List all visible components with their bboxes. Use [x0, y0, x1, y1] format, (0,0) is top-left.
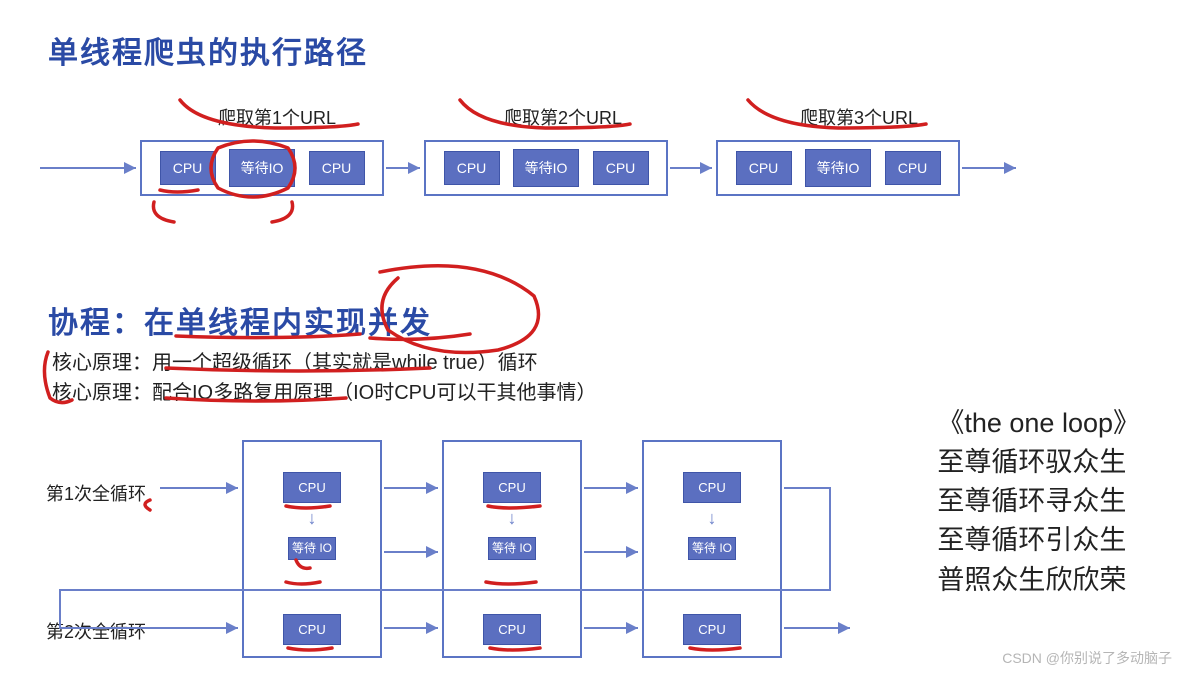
poem-line-3: 至尊循环寻众生 — [937, 482, 1140, 521]
poem-line-1: 《the one loop》 — [937, 404, 1140, 443]
arrow-line-top — [40, 166, 1020, 176]
watermark: CSDN @你别说了多动脑子 — [1002, 648, 1172, 668]
subtitle-1: 核心原理：用一个超级循环（其实就是while true）循环 — [52, 346, 538, 375]
url-label-3: 爬取第3个URL — [800, 104, 918, 130]
title-single-thread: 单线程爬虫的执行路径 — [48, 28, 368, 72]
poem-line-5: 普照众生欣欣荣 — [937, 561, 1140, 600]
poem-line-4: 至尊循环引众生 — [937, 521, 1140, 560]
title-coroutine: 协程：在单线程内实现并发 — [48, 298, 432, 342]
url-label-2: 爬取第2个URL — [504, 104, 622, 130]
subtitle-2: 核心原理：配合IO多路复用原理（IO时CPU可以干其他事情） — [52, 376, 596, 405]
poem-block: 《the one loop》 至尊循环驭众生 至尊循环寻众生 至尊循环引众生 普… — [937, 404, 1140, 600]
poem-line-2: 至尊循环驭众生 — [937, 443, 1140, 482]
loop-connectors — [30, 440, 860, 660]
subtitle-2-label: 核心原理： — [52, 382, 152, 404]
subtitle-1-text: 用一个超级循环（其实就是while true）循环 — [152, 352, 538, 374]
url-label-1: 爬取第1个URL — [218, 104, 336, 130]
subtitle-2-text: 配合IO多路复用原理（IO时CPU可以干其他事情） — [152, 382, 596, 404]
subtitle-1-label: 核心原理： — [52, 352, 152, 374]
